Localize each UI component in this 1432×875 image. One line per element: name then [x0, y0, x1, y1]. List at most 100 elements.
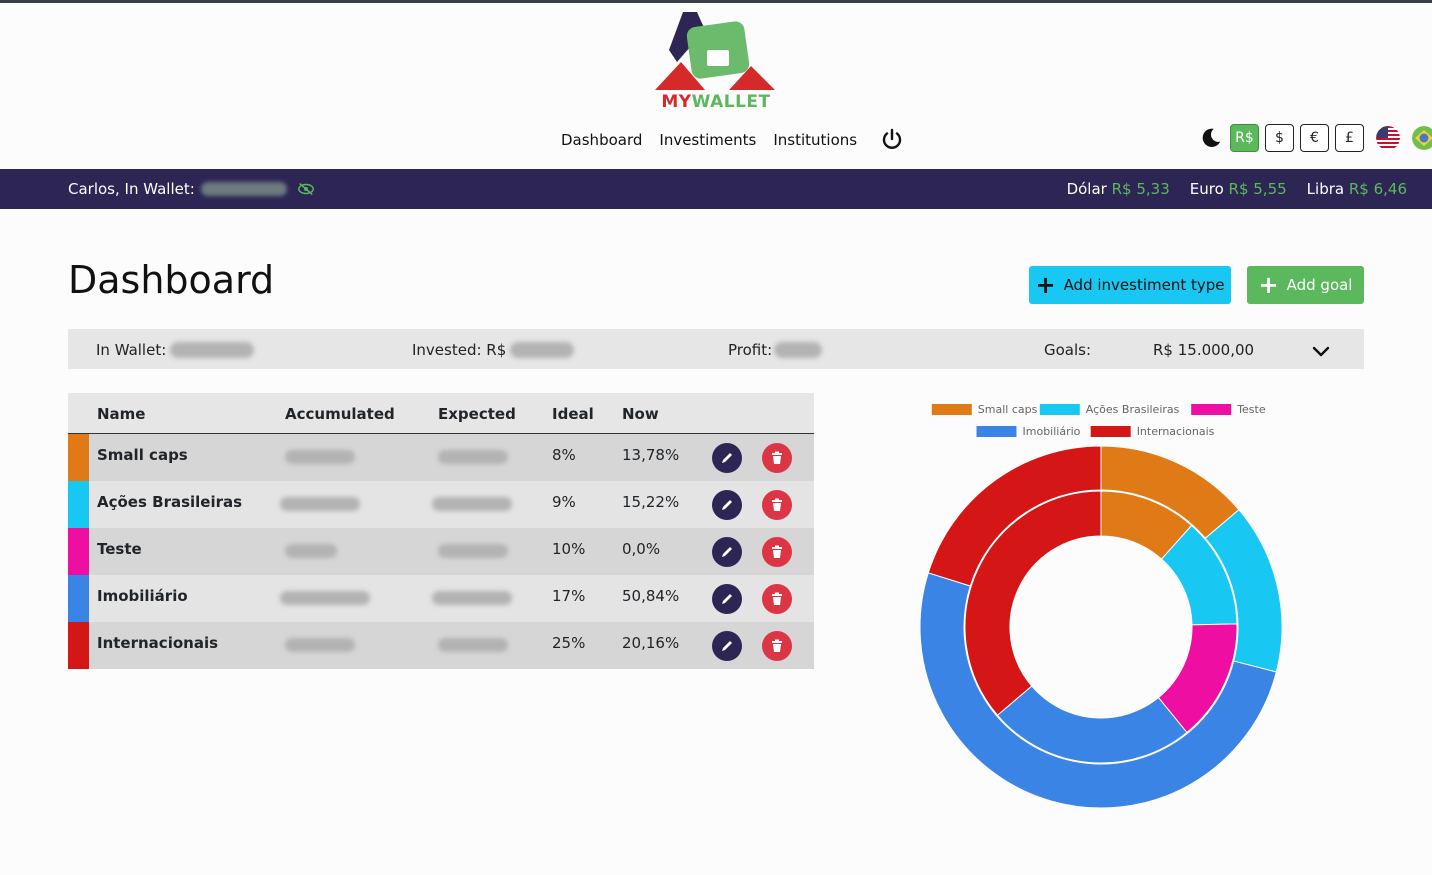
- row-ideal: 8%: [552, 446, 576, 464]
- currency-usd-button[interactable]: $: [1265, 124, 1294, 152]
- row-ideal: 17%: [552, 587, 586, 605]
- toggle-visibility-icon[interactable]: [297, 181, 315, 197]
- us-flag-icon[interactable]: [1376, 126, 1400, 150]
- hidden-accumulated: [280, 497, 360, 511]
- col-expected: Expected: [438, 405, 516, 423]
- add-investment-type-button[interactable]: + Add investiment type: [1029, 266, 1231, 304]
- trash-icon: [772, 451, 782, 464]
- color-swatch: [68, 528, 89, 575]
- hidden-expected: [438, 638, 508, 652]
- color-swatch: [68, 575, 89, 622]
- trash-icon: [772, 592, 782, 605]
- chevron-down-icon[interactable]: [1311, 341, 1331, 361]
- row-name: Small caps: [97, 446, 188, 464]
- summary-in-wallet: In Wallet:: [96, 341, 255, 359]
- delete-button[interactable]: [762, 490, 792, 520]
- row-ideal: 10%: [552, 540, 586, 558]
- legend-swatch: [976, 426, 1017, 437]
- row-ideal: 9%: [552, 493, 576, 511]
- moon-icon[interactable]: [1200, 127, 1222, 149]
- nav-investiments[interactable]: Investiments: [659, 131, 756, 149]
- plus-icon: +: [1035, 271, 1056, 299]
- top-border: [0, 0, 1432, 3]
- summary-goals-value: R$ 15.000,00: [1153, 341, 1255, 359]
- add-goal-button[interactable]: + Add goal: [1247, 266, 1364, 304]
- pencil-icon: [722, 453, 732, 463]
- hidden-accumulated: [280, 591, 370, 605]
- edit-button[interactable]: [712, 537, 742, 567]
- row-now: 50,84%: [622, 587, 680, 605]
- table-row: Ações Brasileiras 9% 15,22%: [68, 481, 814, 528]
- legend-swatch: [1090, 426, 1131, 437]
- legend-item[interactable]: Imobiliário: [976, 425, 1081, 438]
- row-now: 15,22%: [622, 493, 680, 511]
- plus-icon: +: [1258, 271, 1279, 299]
- row-now: 0,0%: [622, 540, 661, 558]
- currency-gbp-button[interactable]: £: [1335, 124, 1364, 152]
- legend-swatch: [1191, 404, 1232, 415]
- color-swatch: [68, 622, 89, 669]
- legend-item[interactable]: Ações Brasileiras: [1039, 403, 1180, 416]
- hidden-wallet-value: [200, 182, 287, 196]
- legend-swatch: [1039, 404, 1080, 415]
- hidden-value: [510, 342, 575, 358]
- legend-item[interactable]: Small caps: [931, 403, 1038, 416]
- hidden-accumulated: [285, 638, 355, 652]
- row-ideal: 25%: [552, 634, 586, 652]
- page-title: Dashboard: [68, 258, 275, 302]
- col-ideal: Ideal: [552, 405, 594, 423]
- delete-button[interactable]: [762, 537, 792, 567]
- currency-brl-button[interactable]: R$: [1230, 124, 1259, 152]
- legend-item[interactable]: Internacionais: [1090, 425, 1215, 438]
- hidden-accumulated: [285, 450, 355, 464]
- trash-icon: [772, 639, 782, 652]
- rate-euro: Euro R$ 5,55: [1189, 180, 1287, 198]
- table-row: Teste 10% 0,0%: [68, 528, 814, 575]
- table-body: Small caps 8% 13,78% Ações Brasileiras 9…: [68, 434, 814, 669]
- main-nav: Dashboard Investiments Institutions: [561, 128, 904, 152]
- brazil-flag-icon[interactable]: [1412, 126, 1432, 150]
- mywallet-logo[interactable]: MYWALLET: [655, 10, 777, 114]
- row-name: Imobiliário: [97, 587, 188, 605]
- row-name: Teste: [97, 540, 142, 558]
- power-icon[interactable]: [880, 128, 904, 152]
- delete-button[interactable]: [762, 584, 792, 614]
- allocation-doughnut-chart: Small caps Ações Brasileiras Teste Imobiliá…: [919, 403, 1283, 809]
- edit-button[interactable]: [712, 631, 742, 661]
- user-info-bar: Carlos, In Wallet: Dólar R$ 5,33 Euro R$…: [0, 169, 1432, 209]
- legend-label: Teste: [1236, 403, 1266, 416]
- exchange-rates: Dólar R$ 5,33 Euro R$ 5,55 Libra R$ 6,46: [1067, 180, 1407, 198]
- col-accumulated: Accumulated: [285, 405, 395, 423]
- pencil-icon: [722, 641, 732, 651]
- pencil-icon: [722, 594, 732, 604]
- row-name: Ações Brasileiras: [97, 493, 243, 511]
- hidden-expected: [432, 591, 512, 605]
- nav-dashboard[interactable]: Dashboard: [561, 131, 642, 149]
- hidden-value: [774, 342, 823, 358]
- edit-button[interactable]: [712, 584, 742, 614]
- delete-button[interactable]: [762, 631, 792, 661]
- legend-label: Imobiliário: [1023, 425, 1081, 438]
- rate-dolar: Dólar R$ 5,33: [1066, 180, 1170, 198]
- summary-invested: Invested: R$: [412, 341, 575, 359]
- rate-libra: Libra R$ 6,46: [1306, 180, 1407, 198]
- delete-button[interactable]: [762, 443, 792, 473]
- nav-institutions[interactable]: Institutions: [773, 131, 857, 149]
- row-now: 20,16%: [622, 634, 680, 652]
- summary-goals-label: Goals:: [1044, 341, 1092, 359]
- hidden-expected: [438, 544, 508, 558]
- hidden-value: [170, 342, 255, 358]
- pencil-icon: [722, 547, 732, 557]
- edit-button[interactable]: [712, 490, 742, 520]
- legend-item[interactable]: Teste: [1191, 403, 1266, 416]
- legend-swatch: [931, 404, 972, 415]
- color-swatch: [68, 481, 89, 528]
- edit-button[interactable]: [712, 443, 742, 473]
- currency-eur-button[interactable]: €: [1300, 124, 1329, 152]
- investments-table: Name Accumulated Expected Ideal Now Smal…: [68, 393, 814, 669]
- summary-profit: Profit:: [728, 341, 823, 359]
- table-row: Imobiliário 17% 50,84%: [68, 575, 814, 622]
- color-swatch: [68, 434, 89, 481]
- hidden-accumulated: [285, 544, 337, 558]
- legend-label: Ações Brasileiras: [1086, 403, 1180, 416]
